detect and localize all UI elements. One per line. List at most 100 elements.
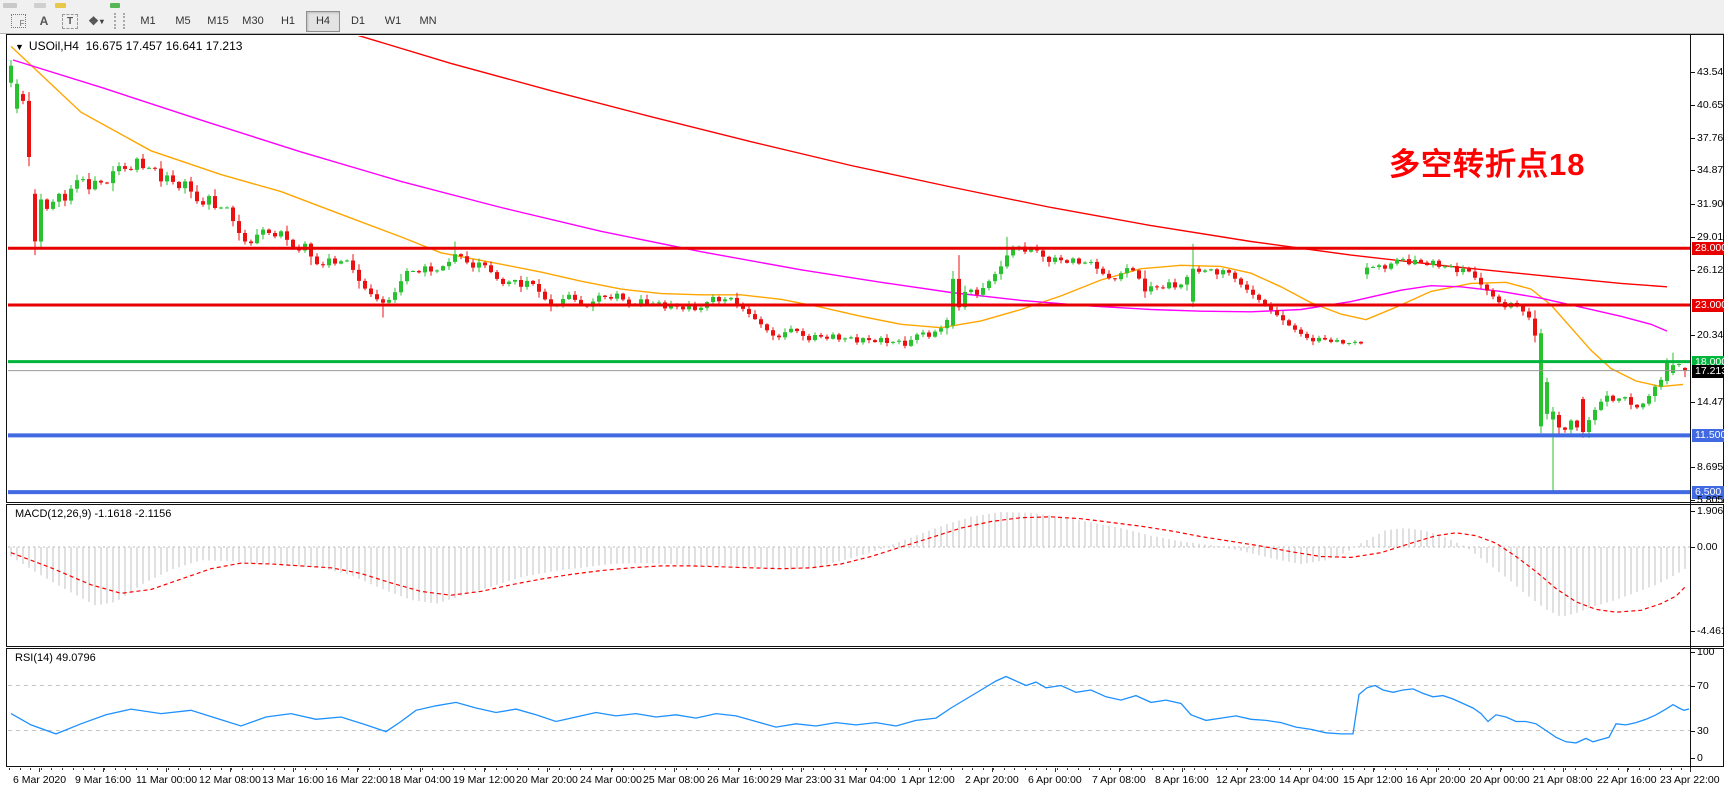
timeframe-d1-button[interactable]: D1 (341, 11, 375, 32)
date-minor-tick (337, 768, 338, 770)
timeframe-w1-button[interactable]: W1 (376, 11, 410, 32)
date-minor-tick (1025, 768, 1026, 770)
date-minor-tick (189, 768, 190, 770)
date-minor-tick (1014, 768, 1015, 770)
date-minor-tick (401, 768, 402, 770)
ohlc-values: 16.675 17.457 16.641 17.213 (86, 39, 243, 53)
date-major-tick (1309, 768, 1310, 772)
date-minor-tick (200, 768, 201, 770)
date-major-tick (674, 768, 675, 772)
date-minor-tick (1469, 768, 1470, 770)
date-minor-tick (83, 768, 84, 770)
date-minor-tick (1628, 768, 1629, 770)
date-major-tick (484, 768, 485, 772)
date-label: 23 Apr 22:00 (1660, 774, 1720, 786)
timeframe-mn-button[interactable]: MN (411, 11, 445, 32)
date-label: 20 Mar 20:00 (516, 774, 578, 786)
arrow-tools-button[interactable]: ❖▾ (84, 11, 108, 31)
date-minor-tick (1607, 768, 1608, 770)
rsi-axis-label: 0 (1697, 752, 1703, 764)
date-minor-tick (835, 768, 836, 770)
date-minor-tick (1660, 768, 1661, 770)
selection-tool-button[interactable]: F (6, 11, 30, 31)
date-label: 25 Mar 08:00 (643, 774, 705, 786)
price-tick-label: 26.120 (1697, 264, 1724, 276)
date-label: 16 Mar 22:00 (326, 774, 388, 786)
date-major-tick (738, 768, 739, 772)
date-minor-tick (1596, 768, 1597, 770)
date-minor-tick (1533, 768, 1534, 770)
macd-label: MACD(12,26,9) -1.1618 -2.1156 (15, 508, 171, 520)
date-label: 24 Mar 00:00 (580, 774, 642, 786)
text-label-tool-button[interactable]: T (58, 11, 82, 31)
date-minor-tick (30, 768, 31, 770)
date-minor-tick (125, 768, 126, 770)
rsi-canvas[interactable] (8, 650, 1691, 767)
date-minor-tick (1258, 768, 1259, 770)
date-label: 16 Apr 20:00 (1406, 774, 1466, 786)
date-minor-tick (813, 768, 814, 770)
date-minor-tick (845, 768, 846, 770)
date-minor-tick (348, 768, 349, 770)
collapse-triangle-icon[interactable]: ▼ (15, 42, 24, 52)
date-minor-tick (1491, 768, 1492, 770)
date-label: 29 Mar 23:00 (770, 774, 832, 786)
date-minor-tick (1194, 768, 1195, 770)
date-minor-tick (464, 768, 465, 770)
date-label: 9 Mar 16:00 (75, 774, 131, 786)
date-label: 11 Mar 00:00 (136, 774, 197, 786)
date-major-tick (865, 768, 866, 772)
timeframe-m5-button[interactable]: M5 (166, 11, 200, 32)
macd-canvas[interactable] (8, 506, 1691, 647)
date-minor-tick (665, 768, 666, 770)
rsi-axis-tick (1691, 686, 1695, 687)
date-minor-tick (570, 768, 571, 770)
price-tick-label: 29.010 (1697, 231, 1724, 243)
date-minor-tick (1099, 768, 1100, 770)
date-minor-tick (411, 768, 412, 770)
date-minor-tick (1586, 768, 1587, 770)
date-minor-tick (496, 768, 497, 770)
date-minor-tick (940, 768, 941, 770)
timeframe-h4-button[interactable]: H4 (306, 11, 340, 32)
timeframe-h1-button[interactable]: H1 (271, 11, 305, 32)
date-minor-tick (983, 768, 984, 770)
date-minor-tick (549, 768, 550, 770)
date-minor-tick (1120, 768, 1121, 770)
price-chart-canvas[interactable] (8, 36, 1691, 503)
date-minor-tick (1438, 768, 1439, 770)
date-minor-tick (602, 768, 603, 770)
timeframe-m1-button[interactable]: M1 (131, 11, 165, 32)
rsi-axis-tick (1691, 652, 1695, 653)
date-major-tick (39, 768, 40, 772)
date-minor-tick (263, 768, 264, 770)
price-tick (1691, 270, 1695, 271)
rsi-panel: RSI(14) 49.0796 10070300 (6, 648, 1724, 767)
text-label-icon: T (62, 14, 78, 29)
date-minor-tick (729, 768, 730, 770)
date-axis[interactable]: 6 Mar 20209 Mar 16:0011 Mar 00:0012 Mar … (6, 768, 1724, 792)
annotation-text: 多空转折点18 (1389, 139, 1585, 184)
date-minor-tick (379, 768, 380, 770)
price-tick-label: 43.545 (1697, 66, 1724, 78)
date-minor-tick (1544, 768, 1545, 770)
date-minor-tick (591, 768, 592, 770)
text-tool-icon: A (40, 14, 49, 28)
text-tool-button[interactable]: A (32, 11, 56, 31)
date-major-tick (1627, 768, 1628, 772)
date-minor-tick (210, 768, 211, 770)
date-major-tick (801, 768, 802, 772)
timeframe-m15-button[interactable]: M15 (201, 11, 235, 32)
toolbar-grip[interactable] (114, 13, 125, 29)
date-major-tick (1119, 768, 1120, 772)
dotted-selection-icon: F (11, 14, 26, 28)
date-major-tick (1436, 768, 1437, 772)
date-label: 6 Mar 2020 (13, 774, 66, 786)
clipped-icon (3, 3, 17, 8)
timeframe-m30-button[interactable]: M30 (236, 11, 270, 32)
date-minor-tick (1205, 768, 1206, 770)
date-minor-tick (1448, 768, 1449, 770)
date-minor-tick (432, 768, 433, 770)
date-minor-tick (951, 768, 952, 770)
ma-fast-orange-line (11, 46, 1683, 386)
